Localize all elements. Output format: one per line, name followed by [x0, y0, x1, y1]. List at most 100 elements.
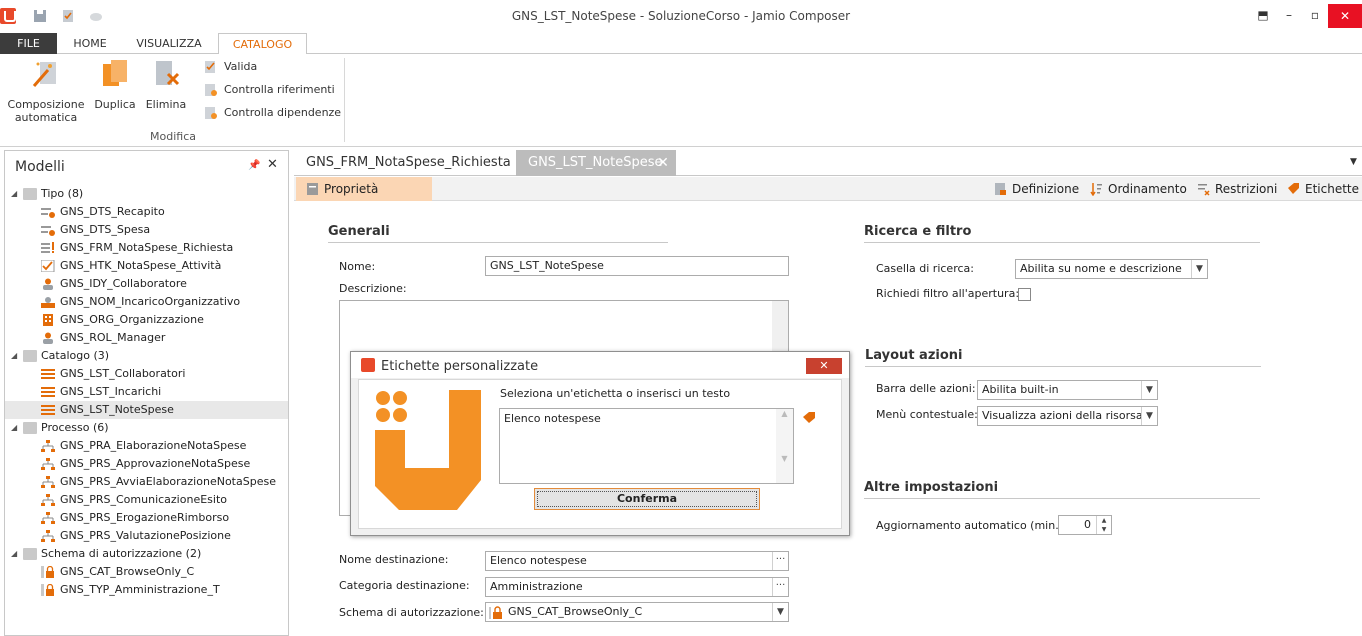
controlla-dipendenze-button[interactable]: Controlla dipendenze	[202, 104, 341, 122]
tree-item[interactable]: GNS_FRM_NotaSpese_Richiesta	[5, 239, 288, 257]
schema-autorizzazione-value: GNS_CAT_BrowseOnly_C	[508, 605, 643, 618]
minimize-icon[interactable]: –	[1276, 5, 1302, 25]
collapse-arrow-icon[interactable]: ◢	[11, 419, 17, 437]
dialog-close-button[interactable]: ✕	[806, 358, 842, 374]
valida-button[interactable]: Valida	[202, 58, 257, 76]
barra-azioni-select[interactable]: Abilita built-in ▼	[977, 380, 1158, 400]
chevron-down-icon[interactable]: ▼	[772, 603, 788, 621]
elimina-button[interactable]: Elimina	[144, 58, 188, 111]
prs-icon	[41, 476, 55, 488]
ribbon: Composizione automatica Duplica Elimina …	[0, 54, 1362, 147]
tree-item[interactable]: GNS_TYP_Amministrazione_T	[5, 581, 288, 599]
chevron-down-icon[interactable]: ▼	[1141, 381, 1157, 399]
etichetta-scrollbar[interactable]: ▲ ▼	[776, 409, 793, 483]
folder-icon	[23, 422, 37, 434]
tree-item[interactable]: GNS_ROL_Manager	[5, 329, 288, 347]
restore-icon[interactable]: ⬒	[1250, 5, 1276, 25]
tab-home[interactable]: HOME	[62, 33, 118, 54]
proprieta-catalogo-tab[interactable]: Proprietà Catalogo	[296, 177, 432, 220]
tree-item[interactable]: GNS_PRS_AvviaElaborazioneNotaSpese	[5, 473, 288, 491]
tabs-dropdown-icon[interactable]: ▼	[1350, 157, 1357, 167]
schema-autorizzazione-select[interactable]: GNS_CAT_BrowseOnly_C ▼	[485, 602, 789, 622]
org-icon	[41, 314, 55, 326]
conferma-button[interactable]: Conferma	[534, 488, 760, 510]
frm-icon	[41, 242, 55, 254]
spinner-arrows-icon[interactable]: ▲ ▼	[1096, 516, 1111, 534]
etichetta-text-field[interactable]: Elenco notespese	[499, 408, 794, 484]
tree-item[interactable]: GNS_PRS_ApprovazioneNotaSpese	[5, 455, 288, 473]
tree-item[interactable]: GNS_DTS_Recapito	[5, 203, 288, 221]
collapse-arrow-icon[interactable]: ◢	[11, 347, 17, 365]
tree-group[interactable]: ◢ Catalogo (3)	[5, 347, 288, 365]
nome-field[interactable]: GNS_LST_NoteSpese	[485, 256, 789, 276]
tree-item[interactable]: GNS_CAT_BrowseOnly_C	[5, 563, 288, 581]
etichette-label: Etichette	[1305, 182, 1359, 196]
tree-item[interactable]: GNS_PRS_ComunicazioneEsito	[5, 491, 288, 509]
collapse-arrow-icon[interactable]: ◢	[11, 545, 17, 563]
casella-ricerca-select[interactable]: Abilita su nome e descrizione ▼	[1015, 259, 1208, 279]
nome-destinazione-value: Elenco notespese	[490, 554, 587, 567]
chevron-down-icon[interactable]: ▼	[1141, 407, 1157, 425]
check-dependencies-icon	[205, 107, 217, 119]
close-panel-icon[interactable]: ✕	[267, 157, 278, 172]
doc-tab-frm[interactable]: GNS_FRM_NotaSpese_Richiesta	[294, 150, 511, 176]
richiedi-filtro-label: Richiedi filtro all'apertura:	[876, 287, 1020, 300]
categoria-destinazione-browse-button[interactable]: ···	[772, 578, 788, 596]
tab-visualizza[interactable]: VISUALIZZA	[125, 33, 213, 54]
collapse-arrow-icon[interactable]: ◢	[11, 185, 17, 203]
controlla-riferimenti-button[interactable]: Controlla riferimenti	[202, 81, 335, 99]
tree-item-label: GNS_LST_Incarichi	[60, 385, 162, 398]
tree-group[interactable]: ◢ Tipo (8)	[5, 185, 288, 203]
tree-item[interactable]: GNS_PRS_ErogazioneRimborso	[5, 509, 288, 527]
categoria-destinazione-field[interactable]: Amministrazione ···	[485, 577, 789, 597]
composizione-label-1: Composizione	[7, 98, 85, 111]
tag-picker-icon[interactable]	[802, 411, 816, 423]
tree-item[interactable]: GNS_HTK_NotaSpese_Attività	[5, 257, 288, 275]
tree-item[interactable]: GNS_ORG_Organizzazione	[5, 311, 288, 329]
duplica-button[interactable]: Duplica	[92, 58, 138, 111]
aggiornamento-label: Aggiornamento automatico (min.):	[876, 519, 1067, 532]
auth-icon	[41, 565, 55, 578]
tree-item[interactable]: GNS_IDY_Collaboratore	[5, 275, 288, 293]
altre-impostazioni-title: Altre impostazioni	[864, 480, 999, 495]
menu-contestuale-select[interactable]: Visualizza azioni della risorsa ▼	[977, 406, 1158, 426]
tab-catalogo[interactable]: CATALOGO	[218, 33, 307, 55]
delete-icon	[156, 61, 180, 86]
etichette-button[interactable]: Etichette	[1287, 177, 1359, 201]
nome-destinazione-browse-button[interactable]: ···	[772, 552, 788, 570]
tree-group[interactable]: ◢ Schema di autorizzazione (2)	[5, 545, 288, 563]
richiedi-filtro-checkbox[interactable]	[1018, 288, 1031, 301]
tree-item[interactable]: GNS_PRA_ElaborazioneNotaSpese	[5, 437, 288, 455]
tree-group[interactable]: ◢ Processo (6)	[5, 419, 288, 437]
tree-item[interactable]: GNS_NOM_IncaricoOrganizzativo	[5, 293, 288, 311]
tree-item-label: GNS_NOM_IncaricoOrganizzativo	[60, 295, 241, 308]
tree-item[interactable]: GNS_LST_Incarichi	[5, 383, 288, 401]
tree-item-label: GNS_PRS_AvviaElaborazioneNotaSpese	[60, 475, 276, 488]
valida-label: Valida	[224, 60, 258, 73]
nome-destinazione-field[interactable]: Elenco notespese ···	[485, 551, 789, 571]
composizione-automatica-button[interactable]: Composizione automatica	[6, 58, 86, 124]
tree-item-label: GNS_PRS_ComunicazioneEsito	[60, 493, 227, 506]
controlla-riferimenti-label: Controlla riferimenti	[224, 83, 335, 96]
maximize-icon[interactable]: ▫	[1302, 5, 1328, 25]
tree-item[interactable]: GNS_LST_Collaboratori	[5, 365, 288, 383]
tab-file[interactable]: FILE	[0, 33, 57, 54]
tree-item[interactable]: GNS_PRS_ValutazionePosizione	[5, 527, 288, 545]
controlla-dipendenze-label: Controlla dipendenze	[224, 106, 342, 119]
ordinamento-button[interactable]: Ordinamento	[1090, 177, 1187, 201]
close-tab-icon[interactable]: ✕	[650, 150, 676, 176]
tree-item[interactable]: GNS_LST_NoteSpese	[5, 401, 288, 419]
generali-divider	[328, 242, 668, 243]
tree-item-label: GNS_PRS_ApprovazioneNotaSpese	[60, 457, 251, 470]
definizione-button[interactable]: Definizione	[994, 177, 1079, 201]
chevron-down-icon[interactable]: ▼	[1191, 260, 1207, 278]
restrizioni-button[interactable]: Restrizioni	[1197, 177, 1277, 201]
tree-item-label: GNS_DTS_Spesa	[60, 223, 151, 236]
close-icon[interactable]: ✕	[1328, 4, 1362, 28]
app-logo-icon	[361, 358, 375, 372]
tree-item[interactable]: GNS_DTS_Spesa	[5, 221, 288, 239]
properties-toolbar: Proprietà Catalogo Definizione Ordinamen…	[294, 177, 1362, 220]
pin-icon[interactable]: 📌	[248, 160, 260, 171]
sort-icon	[1090, 183, 1102, 196]
casella-ricerca-label: Casella di ricerca:	[876, 262, 974, 275]
